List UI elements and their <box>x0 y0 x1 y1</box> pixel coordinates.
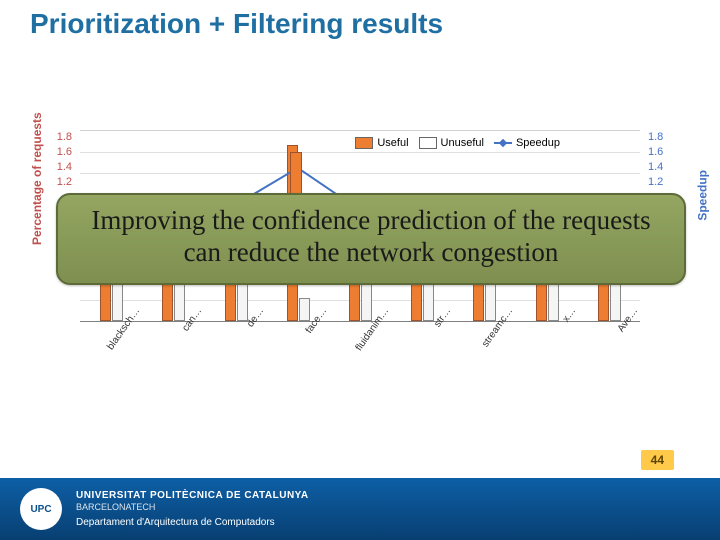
y-tick-right: 1.6 <box>648 145 670 160</box>
footer: UPC UNIVERSITAT POLITÈCNICA DE CATALUNYA… <box>0 478 720 540</box>
y-axis-left-label: Percentage of requests <box>30 112 44 245</box>
footer-line1: UNIVERSITAT POLITÈCNICA DE CATALUNYA <box>76 489 309 502</box>
page-number: 44 <box>641 450 674 470</box>
footer-line2: BARCELONATECH <box>76 502 309 514</box>
bar-unuseful <box>548 282 559 321</box>
y-tick-right: 1.4 <box>648 160 670 175</box>
y-tick-right: 1.2 <box>648 175 670 190</box>
x-categories: blacksch…can…de…face…fluidanim…str…strea… <box>80 325 640 338</box>
footer-line3: Departament d'Arquitectura de Computador… <box>76 516 309 529</box>
slide: Prioritization + Filtering results Perce… <box>0 0 720 540</box>
bar-unuseful <box>361 282 372 321</box>
y-tick-left: 1.4 <box>50 160 72 175</box>
y-axis-right-label: Speedup <box>696 170 710 221</box>
callout-box: Improving the confidence prediction of t… <box>56 193 686 285</box>
callout-text: Improving the confidence prediction of t… <box>91 205 650 267</box>
y-tick-right: 1.8 <box>648 130 670 145</box>
bar-unuseful <box>237 282 248 321</box>
y-tick-left: 1.2 <box>50 175 72 190</box>
bar-peek-icon <box>290 152 302 196</box>
upc-logo-icon: UPC <box>20 488 62 530</box>
bar-unuseful <box>174 282 185 321</box>
y-tick-left: 1.8 <box>50 130 72 145</box>
slide-title: Prioritization + Filtering results <box>30 8 443 40</box>
bar-unuseful <box>610 282 621 321</box>
y-tick-left: 1.6 <box>50 145 72 160</box>
footer-text: UNIVERSITAT POLITÈCNICA DE CATALUNYA BAR… <box>76 489 309 529</box>
